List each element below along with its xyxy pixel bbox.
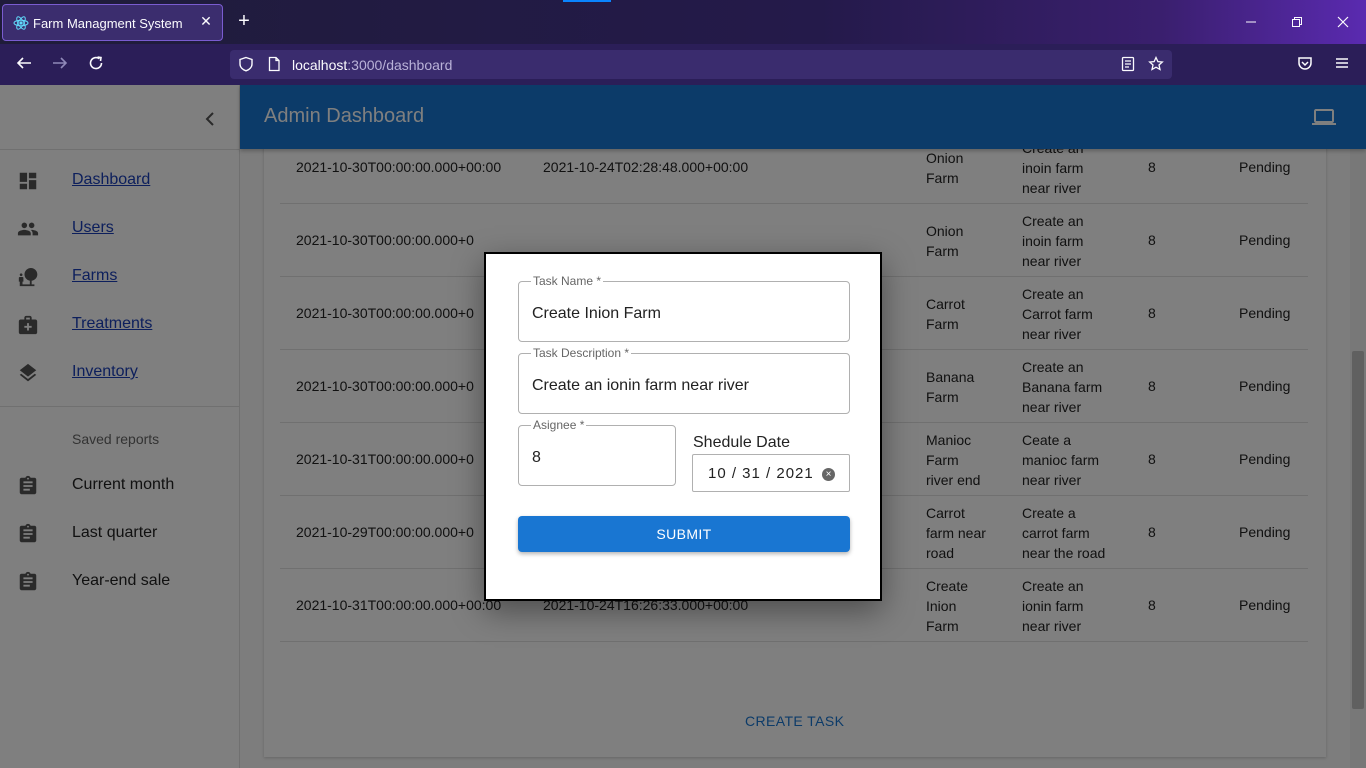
pocket-icon[interactable] [1294, 54, 1316, 76]
tab-strip-indicator [563, 0, 611, 2]
new-tab-icon[interactable]: + [234, 11, 254, 31]
task-description-field[interactable]: Task Description * Create an ionin farm … [518, 346, 850, 414]
submit-button[interactable]: SUBMIT [518, 516, 850, 552]
task-name-value: Create Inion Farm [532, 305, 661, 322]
reload-icon[interactable] [85, 54, 107, 76]
url-text[interactable]: localhost:3000/dashboard [292, 57, 452, 73]
bookmark-star-icon[interactable] [1148, 56, 1164, 72]
restore-icon[interactable] [1282, 8, 1312, 36]
schedule-date-input[interactable]: 10 / 31 / 2021 × [692, 454, 850, 492]
clear-date-icon[interactable]: × [822, 468, 835, 481]
menu-icon[interactable] [1331, 54, 1353, 76]
schedule-date-label: Shedule Date [693, 434, 790, 451]
shield-icon[interactable] [238, 56, 254, 72]
page-icon[interactable] [266, 56, 282, 72]
assignee-value: 8 [532, 449, 541, 466]
url-path: :3000/dashboard [347, 57, 453, 73]
url-host: localhost [292, 57, 348, 73]
create-task-modal: Task Name * Create Inion Farm Task Descr… [484, 252, 882, 601]
task-name-label: Task Name * [531, 274, 604, 288]
reader-mode-icon[interactable] [1120, 56, 1136, 72]
browser-tab-bar: Farm Managment System ✕ + [0, 0, 1366, 44]
task-description-value: Create an ionin farm near river [532, 377, 749, 394]
task-description-label: Task Description * [531, 346, 632, 360]
tab-title: Farm Managment System [33, 16, 183, 31]
react-icon [13, 16, 29, 30]
back-icon[interactable] [13, 54, 35, 76]
assignee-field[interactable]: Asignee * 8 [518, 418, 676, 486]
task-name-field[interactable]: Task Name * Create Inion Farm [518, 274, 850, 342]
browser-tab[interactable]: Farm Managment System ✕ [2, 4, 223, 41]
close-tab-icon[interactable]: ✕ [198, 13, 214, 29]
assignee-label: Asignee * [531, 418, 587, 432]
forward-icon[interactable] [49, 54, 71, 76]
close-window-icon[interactable] [1328, 8, 1358, 36]
schedule-date-value: 10 / 31 / 2021 [708, 465, 814, 482]
minimize-icon[interactable] [1236, 8, 1266, 36]
